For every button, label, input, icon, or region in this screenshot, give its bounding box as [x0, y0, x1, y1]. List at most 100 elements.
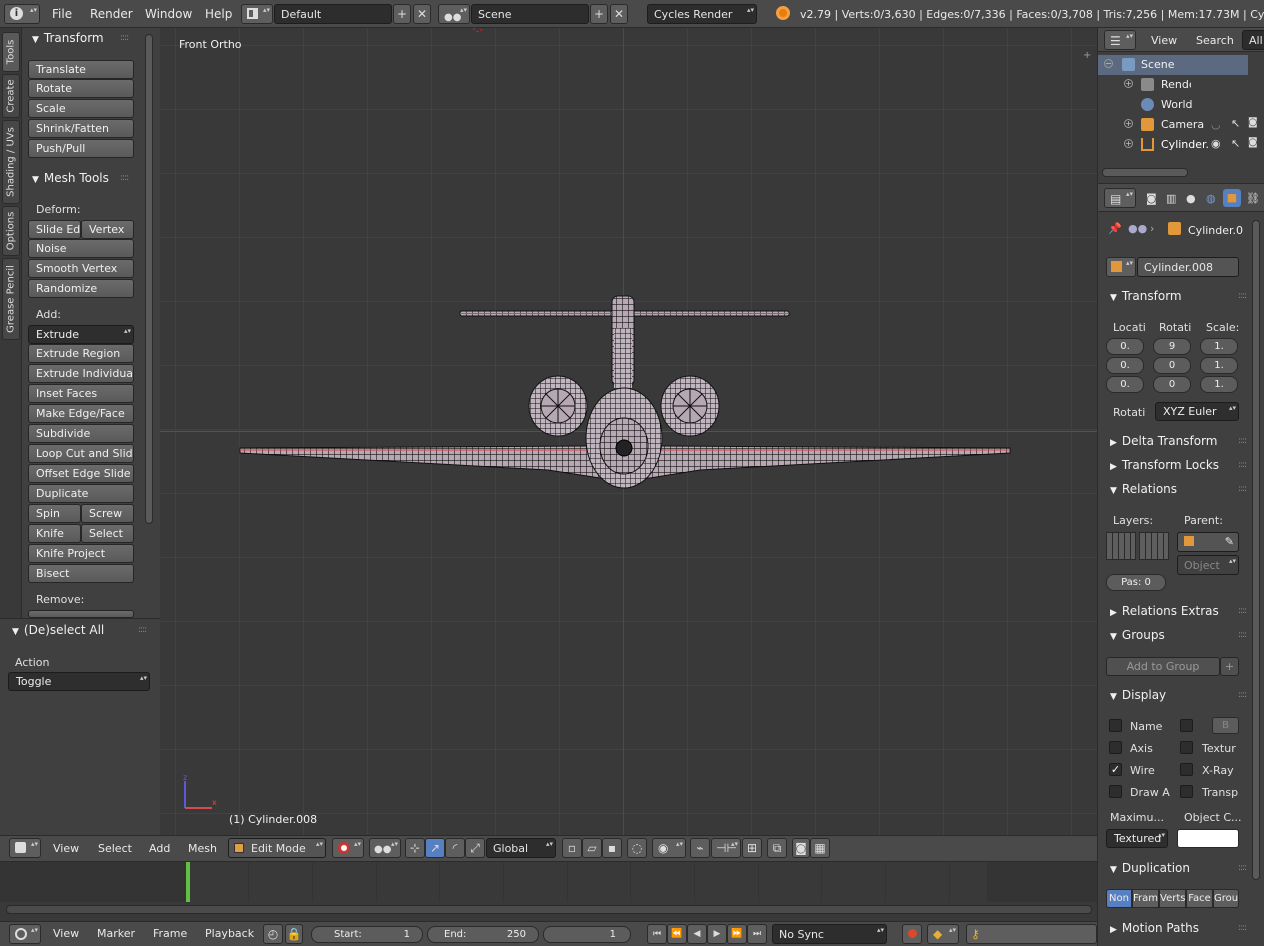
scale-button[interactable]: Scale — [28, 99, 134, 118]
menu-view[interactable]: View — [53, 842, 79, 855]
subdivide-button[interactable]: Subdivide — [28, 424, 134, 443]
render-animation-icon[interactable]: ▦ — [810, 838, 830, 858]
keying-set-field[interactable]: ⚷ — [966, 924, 1097, 944]
duplication-panel-header[interactable]: ▼ Duplication — [1110, 861, 1190, 875]
menu-render[interactable]: Render — [90, 7, 133, 21]
end-frame-field[interactable]: End: 250 — [427, 926, 539, 943]
display-transparency-checkbox[interactable] — [1180, 785, 1193, 798]
rotation-y-field[interactable]: 0 — [1153, 357, 1191, 374]
knife-project-button[interactable]: Knife Project — [28, 544, 134, 563]
scale-x-field[interactable]: 1. — [1200, 338, 1238, 355]
outliner-scrollbar[interactable] — [1102, 168, 1188, 177]
object-tab-icon[interactable]: ■ — [1223, 189, 1241, 207]
extrude-individual-button[interactable]: Extrude Individual — [28, 364, 134, 383]
snap-target-icon[interactable]: ⊞ — [742, 838, 762, 858]
editor-type-info-button[interactable]: i — [4, 4, 40, 24]
display-wire-checkbox[interactable]: ✓ — [1109, 763, 1122, 776]
face-select-icon[interactable]: ▪ — [602, 838, 622, 858]
menu-timeline-view[interactable]: View — [53, 927, 79, 940]
render-camera-icon[interactable]: ◙ — [1248, 137, 1258, 148]
manipulator-toggle-icon[interactable]: ⊹ — [405, 838, 425, 858]
drag-grip-icon[interactable]: :::: — [1238, 484, 1247, 494]
location-x-field[interactable]: 0. — [1106, 338, 1144, 355]
drag-grip-icon[interactable]: :::: — [1238, 923, 1247, 933]
display-texture-space-checkbox[interactable] — [1180, 741, 1193, 754]
rotate-manipulator-icon[interactable]: ◜ — [445, 838, 465, 858]
outliner-row-world[interactable]: World — [1098, 95, 1248, 115]
tab-grease-pencil[interactable]: Grease Pencil — [2, 258, 20, 340]
world-tab-icon[interactable]: ◍ — [1206, 192, 1216, 205]
tab-options[interactable]: Options — [2, 206, 20, 256]
menu-marker[interactable]: Marker — [97, 927, 135, 940]
scene-tab-icon[interactable]: ● — [1186, 192, 1196, 205]
bisect-button[interactable]: Bisect — [28, 564, 134, 583]
select-cursor-icon[interactable]: ↖ — [1231, 137, 1240, 150]
drag-grip-icon[interactable]: :::: — [120, 173, 129, 183]
transform-orientation-dropdown[interactable]: Global — [486, 838, 556, 858]
remove-scene-icon[interactable]: ✕ — [610, 4, 628, 24]
play-reverse-icon[interactable]: ◀ — [687, 924, 707, 944]
menu-playback[interactable]: Playback — [205, 927, 254, 940]
render-tab-icon[interactable]: ◙ — [1146, 192, 1157, 205]
slide-edge-button[interactable]: Slide Ed — [28, 220, 81, 239]
translate-manipulator-icon[interactable]: ↗ — [425, 838, 445, 858]
menu-mesh[interactable]: Mesh — [188, 842, 217, 855]
display-bounds-checkbox[interactable] — [1180, 719, 1193, 732]
display-draw-all-edges-checkbox[interactable] — [1109, 785, 1122, 798]
expand-icon[interactable]: + — [1124, 139, 1133, 148]
drag-grip-icon[interactable]: :::: — [1238, 630, 1247, 640]
menu-help[interactable]: Help — [205, 7, 232, 21]
tab-shading-uvs[interactable]: Shading / UVs — [2, 120, 20, 204]
spin-button[interactable]: Spin — [28, 504, 81, 523]
knife-select-button[interactable]: Select — [81, 524, 134, 543]
menu-add[interactable]: Add — [149, 842, 170, 855]
jump-keyframe-back-icon[interactable]: ⏪ — [667, 924, 687, 944]
transform-panel-header[interactable]: ▼ Transform — [1110, 289, 1182, 303]
randomize-button[interactable]: Randomize — [28, 279, 134, 298]
display-panel-header[interactable]: ▼ Display — [1110, 688, 1166, 702]
duplication-frames-option[interactable]: Fram — [1132, 889, 1159, 908]
display-axis-checkbox[interactable] — [1109, 741, 1122, 754]
editor-type-3d-view-button[interactable] — [9, 838, 41, 858]
remove-screen-icon[interactable]: ✕ — [413, 4, 431, 24]
extrude-dropdown[interactable]: Extrude — [28, 325, 134, 344]
outliner-row-scene[interactable]: − Scene — [1098, 55, 1248, 75]
duplication-faces-option[interactable]: Face — [1186, 889, 1213, 908]
scale-manipulator-icon[interactable]: ⤢ — [465, 838, 485, 858]
select-cursor-icon[interactable]: ↖ — [1231, 117, 1240, 130]
scale-y-field[interactable]: 1. — [1200, 357, 1238, 374]
viewport-shading-button[interactable] — [332, 838, 364, 858]
airplane-mesh[interactable] — [160, 28, 1097, 835]
duplicate-button[interactable]: Duplicate — [28, 484, 134, 503]
copy-icon[interactable]: ⧉ — [767, 838, 787, 858]
translate-button[interactable]: Translate — [28, 60, 134, 79]
display-xray-checkbox[interactable] — [1180, 763, 1193, 776]
3d-viewport[interactable]: Front Ortho + z x (1) Cylinder.008 — [160, 28, 1097, 835]
slide-vertex-button[interactable]: Vertex — [81, 220, 134, 239]
play-icon[interactable]: ▶ — [707, 924, 727, 944]
shrink-fatten-button[interactable]: Shrink/Fatten — [28, 119, 134, 138]
limit-selection-icon[interactable]: ◌ — [627, 838, 647, 858]
menu-select[interactable]: Select — [98, 842, 132, 855]
outliner-display-mode-dropdown[interactable]: All — [1242, 30, 1264, 50]
rotation-z-field[interactable]: 0 — [1153, 376, 1191, 393]
relations-panel-header[interactable]: ▼ Relations — [1110, 482, 1177, 496]
editor-type-properties-button[interactable]: ▤ — [1104, 188, 1136, 208]
screw-button[interactable]: Screw — [81, 504, 134, 523]
visibility-eye-icon[interactable]: ◡ — [1211, 118, 1221, 131]
object-name-field[interactable]: Cylinder.008 — [1137, 257, 1239, 277]
smooth-vertex-button[interactable]: Smooth Vertex — [28, 259, 134, 278]
outliner-row-camera[interactable]: + Camera ◡ ↖ ◙ — [1098, 115, 1258, 135]
proportional-editing-button[interactable]: ◉ — [652, 838, 686, 858]
add-to-group-button[interactable]: Add to Group — [1106, 657, 1220, 676]
menu-frame[interactable]: Frame — [153, 927, 187, 940]
loop-cut-slide-button[interactable]: Loop Cut and Slide — [28, 444, 134, 463]
start-frame-field[interactable]: Start: 1 — [311, 926, 423, 943]
screen-layout-icon-button[interactable] — [241, 4, 273, 24]
pivot-point-button[interactable]: ●● — [369, 838, 401, 858]
outliner-row-cylinder[interactable]: + Cylinder. ◉ ↖ ◙ — [1098, 135, 1258, 155]
mode-dropdown[interactable]: Edit Mode — [228, 838, 326, 858]
drag-grip-icon[interactable]: :::: — [1238, 436, 1247, 446]
location-z-field[interactable]: 0. — [1106, 376, 1144, 393]
location-y-field[interactable]: 0. — [1106, 357, 1144, 374]
